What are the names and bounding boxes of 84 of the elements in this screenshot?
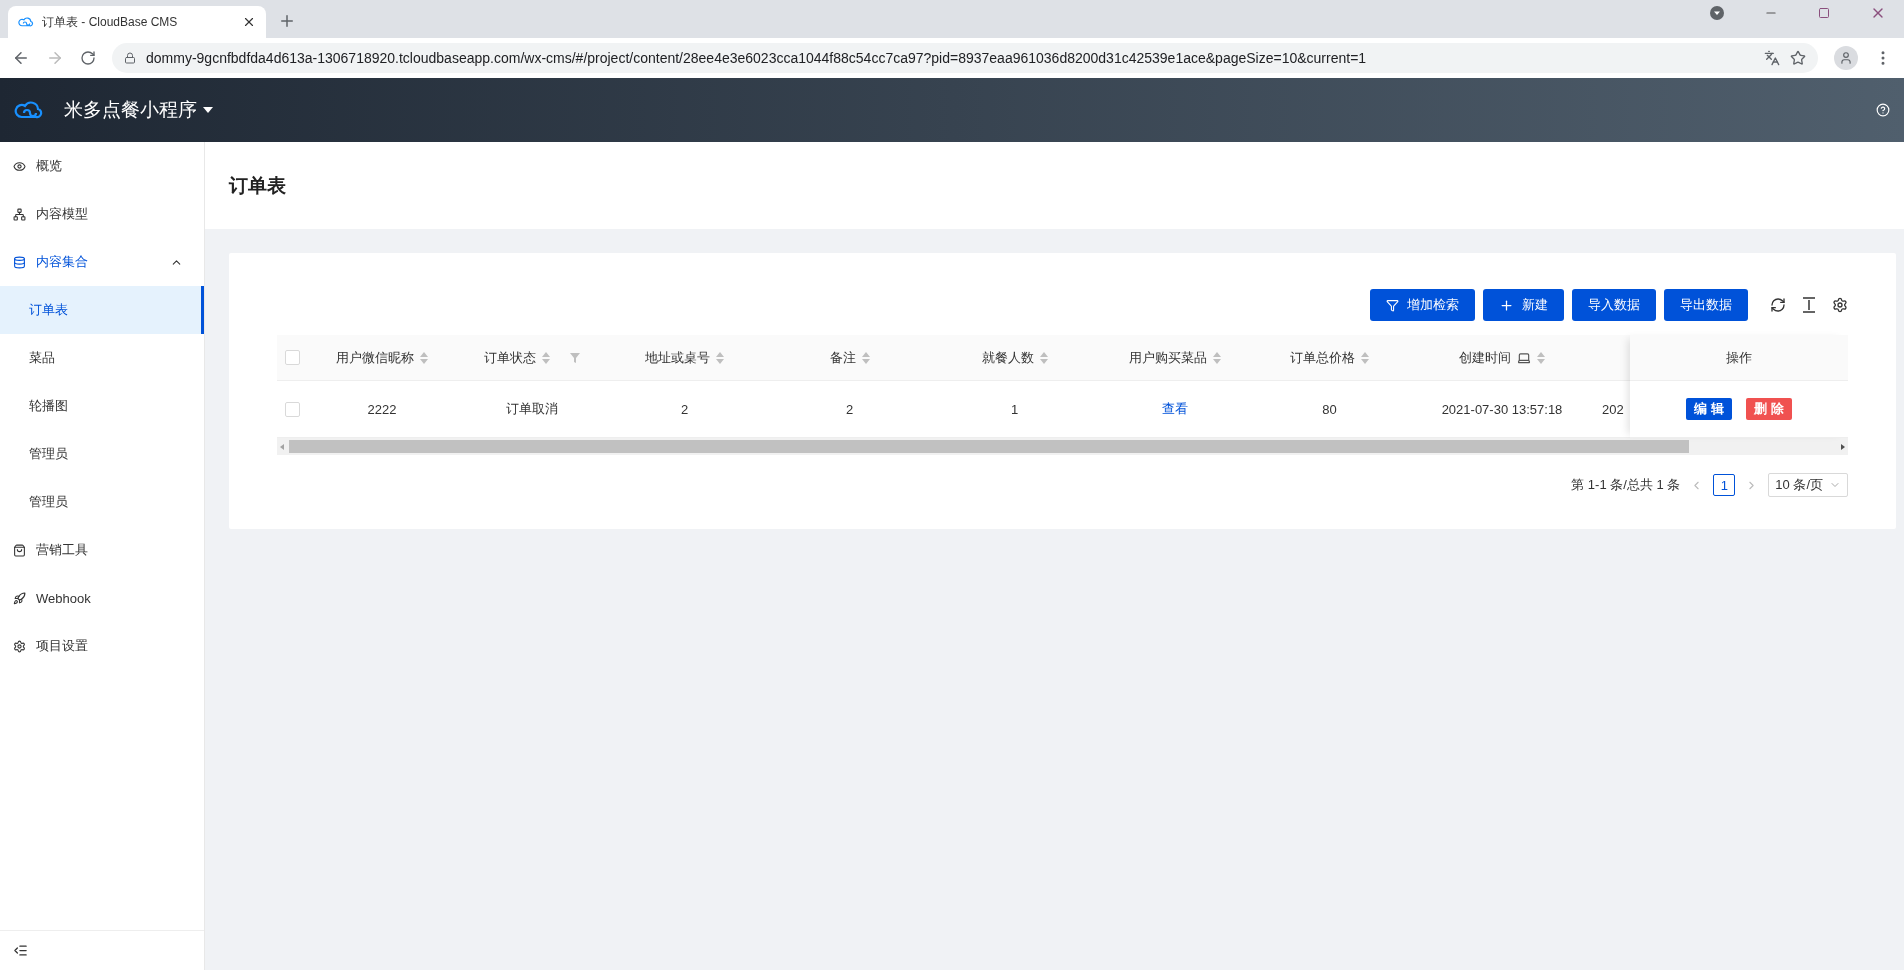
plus-icon bbox=[1499, 297, 1514, 313]
translate-icon[interactable] bbox=[1764, 50, 1780, 66]
column-header: 地址或桌号 bbox=[645, 348, 710, 367]
sort-icon[interactable] bbox=[1039, 351, 1048, 364]
sidebar-item[interactable]: 概览 bbox=[0, 142, 204, 190]
cloud-icon bbox=[18, 16, 34, 28]
table-cell: 2222 bbox=[367, 401, 397, 417]
page-size-select[interactable]: 10 条/页 bbox=[1768, 473, 1848, 497]
column-header: 订单状态 bbox=[484, 348, 536, 367]
close-icon[interactable] bbox=[242, 15, 256, 29]
sidebar-item[interactable]: 轮播图 bbox=[0, 382, 204, 430]
toolbar-button[interactable]: 导入数据 bbox=[1572, 289, 1656, 321]
table-cell: 2 bbox=[845, 401, 854, 417]
row-checkbox[interactable] bbox=[284, 401, 300, 417]
column-header: 备注 bbox=[829, 348, 856, 367]
sort-icon[interactable] bbox=[1212, 351, 1221, 364]
project-switcher[interactable]: 米多点餐小程序 bbox=[64, 97, 213, 123]
sidebar-item[interactable]: 内容集合 bbox=[0, 238, 204, 286]
new-tab-icon[interactable] bbox=[278, 12, 296, 30]
profile-avatar[interactable] bbox=[1834, 46, 1858, 70]
column-header: 就餐人数 bbox=[981, 348, 1034, 367]
help-icon[interactable] bbox=[1876, 103, 1890, 117]
browser-tab[interactable]: 订单表 - CloudBase CMS bbox=[8, 6, 266, 38]
horizontal-scrollbar[interactable] bbox=[277, 438, 1848, 455]
sidebar-item[interactable]: Webhook bbox=[0, 574, 204, 622]
tab-title: 订单表 - CloudBase CMS bbox=[42, 13, 179, 31]
toolbar-button[interactable]: 导出数据 bbox=[1664, 289, 1748, 321]
column-header: 创建时间 bbox=[1459, 348, 1511, 367]
table-cell: 202 bbox=[1602, 401, 1624, 417]
caret-icon bbox=[203, 107, 213, 113]
filter-icon bbox=[1386, 298, 1399, 312]
sort-icon[interactable] bbox=[861, 351, 870, 364]
reload-icon[interactable] bbox=[80, 50, 96, 66]
address-bar[interactable]: dommy-9gcnfbdfda4d613a-1306718920.tcloudbaseapp.com/wx-cms/#/project/content/28ee4e3e6023cca1044f88c54cc7ca97?pid=8937eaa961036d8200d31c42539e1ace&pageSize=10&current=1 bbox=[112, 43, 1818, 73]
refresh-icon[interactable] bbox=[1770, 297, 1786, 313]
star-icon[interactable] bbox=[1790, 50, 1806, 66]
sidebar-item[interactable]: 菜品 bbox=[0, 334, 204, 382]
back-icon[interactable] bbox=[12, 49, 30, 67]
select-all-checkbox[interactable] bbox=[284, 350, 300, 365]
settings-icon bbox=[13, 639, 26, 653]
table-cell: 1 bbox=[1010, 401, 1019, 417]
lock-icon bbox=[124, 52, 136, 64]
column-header: 用户购买菜品 bbox=[1128, 348, 1207, 367]
column-header: 订单总价格 bbox=[1290, 348, 1355, 367]
eye-icon bbox=[13, 159, 26, 173]
page-title: 订单表 bbox=[229, 173, 286, 198]
column-header: 用户微信昵称 bbox=[336, 348, 414, 367]
edit-button[interactable]: 编 辑 bbox=[1686, 398, 1732, 420]
table-cell: 订单取消 bbox=[506, 400, 558, 418]
row-height-icon[interactable] bbox=[1802, 297, 1816, 313]
sidebar-item[interactable]: 管理员 bbox=[0, 478, 204, 526]
sidebar-item[interactable]: 订单表 bbox=[0, 286, 204, 334]
settings-icon[interactable] bbox=[1832, 297, 1848, 313]
view-link[interactable]: 查看 bbox=[1161, 400, 1188, 418]
sidebar-item[interactable]: 内容模型 bbox=[0, 190, 204, 238]
cloud-logo-icon bbox=[14, 99, 44, 121]
table-cell: 2021-07-30 13:57:18 bbox=[1441, 401, 1563, 417]
profile-menu-icon[interactable] bbox=[1710, 6, 1724, 20]
pagination-summary: 第 1-1 条/总共 1 条 bbox=[1571, 476, 1681, 494]
sort-icon[interactable] bbox=[1537, 351, 1545, 364]
sidebar-item[interactable]: 管理员 bbox=[0, 430, 204, 478]
forward-icon[interactable] bbox=[46, 49, 64, 67]
filter-icon[interactable] bbox=[570, 352, 580, 363]
maximize-icon[interactable] bbox=[1818, 7, 1830, 19]
laptop-icon bbox=[1517, 350, 1531, 365]
sidebar-item[interactable]: 项目设置 bbox=[0, 622, 204, 670]
sort-icon[interactable] bbox=[420, 351, 428, 364]
bag-icon bbox=[13, 543, 26, 557]
sidebar-item[interactable]: 营销工具 bbox=[0, 526, 204, 574]
table-cell: 2 bbox=[680, 401, 689, 417]
sort-icon[interactable] bbox=[1361, 351, 1369, 364]
url-text: dommy-9gcnfbdfda4d613a-1306718920.tcloudbaseapp.com/wx-cms/#/project/content/28ee4e3e6023cca1044f88c54cc7ca97?pid=8937eaa961036d8200d31c42539e1ace&pageSize=10&current=1 bbox=[146, 50, 1368, 66]
column-header: 操作 bbox=[1726, 348, 1752, 367]
page-number[interactable]: 1 bbox=[1713, 474, 1736, 496]
table-cell: 80 bbox=[1322, 401, 1337, 417]
delete-button[interactable]: 删 除 bbox=[1746, 398, 1792, 420]
sort-icon[interactable] bbox=[716, 351, 724, 364]
rocket-icon bbox=[13, 591, 26, 605]
toolbar-button[interactable]: 增加检索 bbox=[1370, 289, 1475, 321]
sort-icon[interactable] bbox=[542, 351, 550, 364]
database-icon bbox=[13, 255, 26, 269]
hierarchy-icon bbox=[13, 207, 26, 221]
collapse-sidebar-icon[interactable] bbox=[13, 943, 28, 958]
toolbar-button[interactable]: 新建 bbox=[1483, 289, 1564, 321]
